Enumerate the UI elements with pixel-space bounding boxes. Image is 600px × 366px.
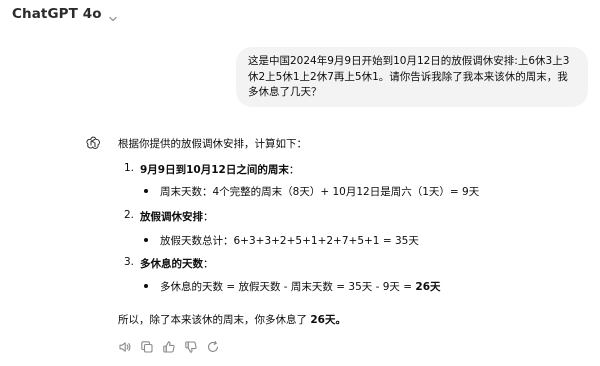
bullet-text-strong: 26天	[415, 281, 441, 293]
list-heading-colon: ：	[203, 211, 214, 223]
list-number: 2.	[124, 209, 135, 221]
chevron-down-icon	[108, 9, 118, 22]
summary-strong: 26天。	[310, 314, 346, 326]
copy-icon[interactable]	[140, 340, 154, 354]
bullet-text: 放假天数总计：6+3+3+2+5+1+2+7+5+1 = 35天	[160, 235, 419, 247]
model-selector[interactable]: ChatGPT 4o	[12, 4, 118, 24]
list-heading-colon: ：	[288, 164, 300, 176]
assistant-intro: 根据你提供的放假调休安排，计算如下：	[118, 138, 307, 150]
list-number: 3.	[124, 256, 135, 268]
list-heading: 多休息的天数：	[140, 256, 214, 271]
speaker-icon[interactable]	[118, 340, 132, 354]
bullet-text-prefix: 多休息的天数 = 放假天数 - 周末天数 = 35天 - 9天 =	[160, 281, 416, 293]
bullet-dot	[144, 238, 148, 242]
message-actions	[118, 340, 220, 354]
regenerate-icon[interactable]	[206, 340, 220, 354]
list-number: 1.	[124, 162, 135, 174]
user-message-bubble: 这是中国2024年9月9日开始到10月12日的放假调休安排:上6休3上3休2上5…	[236, 47, 588, 107]
bullet-dot	[144, 189, 148, 193]
list-heading-text: 9月9日到10月12日之间的周末	[140, 164, 289, 176]
list-heading-text: 多休息的天数	[140, 258, 203, 270]
chat-page: ChatGPT 4o 这是中国2024年9月9日开始到10月12日的放假调休安排…	[0, 0, 600, 366]
thumbs-down-icon[interactable]	[184, 340, 198, 354]
list-heading-text: 放假调休安排	[140, 211, 203, 223]
bullet-text: 多休息的天数 = 放假天数 - 周末天数 = 35天 - 9天 = 26天	[160, 279, 441, 294]
summary-prefix: 所以，除了本来该休的周末，你多休息了	[118, 314, 311, 326]
openai-logo-icon	[85, 135, 101, 151]
assistant-summary: 所以，除了本来该休的周末，你多休息了 26天。	[118, 312, 346, 327]
bullet-dot	[144, 284, 148, 288]
thumbs-up-icon[interactable]	[162, 340, 176, 354]
list-heading: 9月9日到10月12日之间的周末：	[140, 162, 299, 177]
list-heading-colon: ：	[203, 258, 214, 270]
bullet-text: 周末天数：4个完整的周末（8天）+ 10月12日是周六（1天）= 9天	[160, 186, 480, 198]
list-heading: 放假调休安排：	[140, 209, 214, 224]
model-title: ChatGPT 4o	[12, 6, 102, 22]
